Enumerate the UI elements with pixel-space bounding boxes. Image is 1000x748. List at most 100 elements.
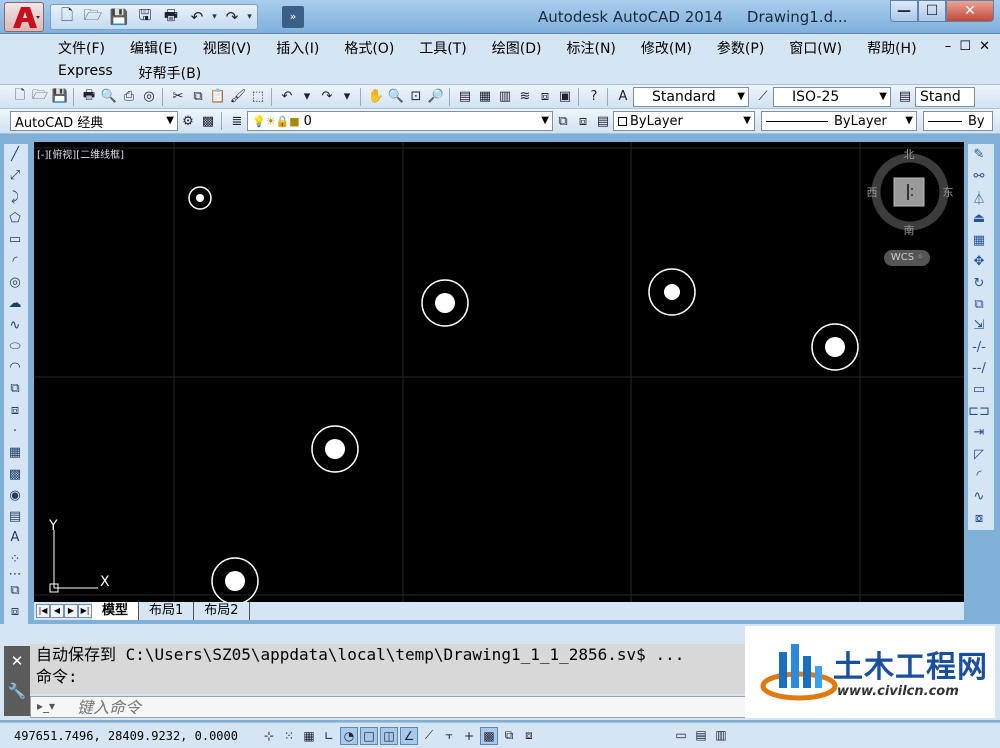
- compass-west[interactable]: 西: [867, 186, 878, 199]
- viewport-controls-label[interactable]: [-][俯视][二维线框]: [37, 146, 124, 161]
- ellipse-icon[interactable]: ⬭: [4, 336, 26, 357]
- document-window-controls[interactable]: – ☐ ✕: [945, 39, 992, 54]
- maximize-button[interactable]: ☐: [918, 0, 946, 22]
- 3d-object-snap-icon[interactable]: ◫: [380, 726, 398, 745]
- extend-icon[interactable]: --/: [968, 358, 990, 379]
- menu-modify[interactable]: 修改(M): [641, 38, 692, 58]
- quick-view-layouts-icon[interactable]: ▤: [692, 726, 710, 744]
- pan-icon[interactable]: ✋: [366, 87, 386, 107]
- calculator-icon[interactable]: ▣: [555, 87, 575, 107]
- mirror-icon[interactable]: ⏃: [968, 187, 990, 208]
- spline-icon[interactable]: ∿: [4, 314, 26, 335]
- snap-mode-icon[interactable]: ⁙: [280, 727, 298, 745]
- command-input[interactable]: [77, 697, 737, 717]
- help-icon[interactable]: ?: [584, 87, 604, 107]
- copy-icon[interactable]: ⧉: [188, 87, 208, 107]
- sheet-set-icon[interactable]: ≋: [515, 87, 535, 107]
- selection-cycling-icon[interactable]: ⧈: [520, 727, 538, 745]
- object-snap-tracking-icon[interactable]: ∠: [400, 726, 418, 745]
- menu-view[interactable]: 视图(V): [203, 38, 252, 58]
- stretch-icon[interactable]: ⇲: [968, 315, 990, 336]
- cut-icon[interactable]: ✂: [168, 87, 188, 107]
- tab-model[interactable]: 模型: [92, 602, 140, 620]
- inner-circle[interactable]: [325, 439, 345, 459]
- break-icon[interactable]: ⊏⊐: [968, 401, 990, 422]
- redo-dropdown-icon[interactable]: ▾: [337, 87, 357, 107]
- first-tab-button[interactable]: |◀: [36, 604, 50, 618]
- transparency-icon[interactable]: ▩: [480, 726, 498, 745]
- menu-tools[interactable]: 工具(T): [419, 38, 466, 58]
- dim-style-select[interactable]: ISO-25 ▼: [773, 86, 891, 107]
- inner-circle[interactable]: [196, 194, 204, 202]
- circle-entity[interactable]: [811, 323, 859, 371]
- circle-entity[interactable]: [311, 425, 359, 473]
- dynamic-ucs-icon[interactable]: ⟋: [420, 727, 438, 745]
- viewcube[interactable]: 北 南 西 东: [860, 146, 960, 256]
- open-icon[interactable]: 🗁: [80, 6, 106, 28]
- inner-circle[interactable]: [435, 293, 455, 313]
- paste-icon[interactable]: 📋: [208, 87, 228, 107]
- fillet-icon[interactable]: ◜: [968, 465, 990, 486]
- circle-entity[interactable]: [188, 186, 212, 210]
- menu-file[interactable]: 文件(F): [58, 38, 105, 58]
- wrench-icon[interactable]: 🔧: [4, 676, 30, 706]
- make-current-layer-icon[interactable]: ⧉: [553, 111, 573, 131]
- hatch-icon[interactable]: ▦: [4, 442, 26, 463]
- application-menu-button[interactable]: [4, 2, 44, 32]
- menu-parametric[interactable]: 参数(P): [717, 38, 764, 58]
- menu-help[interactable]: 帮助(H): [867, 38, 916, 58]
- print-icon[interactable]: 🖶: [158, 6, 184, 28]
- coordinates-readout[interactable]: 497651.7496, 28409.9232, 0.0000: [0, 729, 260, 743]
- erase-icon[interactable]: ✎: [968, 144, 990, 165]
- menu-window[interactable]: 窗口(W): [789, 38, 842, 58]
- inner-circle[interactable]: [825, 337, 845, 357]
- drawing-entities[interactable]: [34, 142, 964, 602]
- save-icon[interactable]: 💾: [50, 87, 70, 107]
- lineweight-icon[interactable]: +: [460, 727, 478, 745]
- color-select[interactable]: ByLayer ▼: [613, 111, 755, 131]
- qat-more-button[interactable]: »: [282, 6, 304, 28]
- polygon-icon[interactable]: ⬠: [4, 208, 26, 229]
- next-tab-button[interactable]: ▶: [64, 604, 78, 618]
- object-snap-icon[interactable]: □: [360, 726, 378, 745]
- menu-dimension[interactable]: 标注(N): [567, 38, 616, 58]
- arc-icon[interactable]: ◜: [4, 250, 26, 271]
- tool-palettes-icon[interactable]: ▥: [495, 87, 515, 107]
- inner-circle[interactable]: [225, 571, 245, 591]
- redo-dropdown-icon[interactable]: ▾: [245, 12, 254, 22]
- design-center-icon[interactable]: ▦: [475, 87, 495, 107]
- compass-south[interactable]: 南: [904, 224, 915, 237]
- text-style-select[interactable]: Standard ▼: [633, 86, 749, 107]
- undo-icon[interactable]: ↶: [184, 6, 210, 28]
- ellipse-arc-icon[interactable]: ◠: [4, 357, 26, 378]
- undo-icon[interactable]: ↶: [277, 87, 297, 107]
- explode-icon[interactable]: ⧇: [968, 508, 990, 529]
- lineweight-select[interactable]: By: [923, 111, 993, 131]
- zoom-window-icon[interactable]: ⊡: [406, 87, 426, 107]
- array-icon[interactable]: ▦: [968, 230, 990, 251]
- revision-cloud-icon[interactable]: ☁: [4, 293, 26, 314]
- tab-layout1[interactable]: 布局1: [139, 602, 195, 620]
- plot-preview-icon[interactable]: 🔍: [99, 87, 119, 107]
- construction-line-icon[interactable]: ⤢: [4, 165, 26, 186]
- close-button[interactable]: ✕: [946, 0, 994, 22]
- chamfer-icon[interactable]: ◸: [968, 443, 990, 464]
- quick-view-drawings-icon[interactable]: ▥: [712, 726, 730, 744]
- plot-icon[interactable]: 🖶: [79, 87, 99, 107]
- tab-layout2[interactable]: 布局2: [194, 602, 250, 620]
- trim-icon[interactable]: -/-: [968, 337, 990, 358]
- match-properties-icon[interactable]: 🖌: [228, 87, 248, 107]
- polar-tracking-icon[interactable]: ◔: [340, 726, 358, 745]
- last-tab-button[interactable]: ▶|: [78, 604, 92, 618]
- minimize-button[interactable]: —: [890, 0, 918, 22]
- infer-constraints-icon[interactable]: ⊹: [260, 727, 278, 745]
- close-icon[interactable]: ✕: [4, 646, 30, 676]
- insert-block-icon[interactable]: ⧉: [4, 378, 26, 399]
- wcs-menu-button[interactable]: WCS ◦: [884, 250, 930, 266]
- offset-icon[interactable]: ⏏: [968, 208, 990, 229]
- region-icon[interactable]: ◉: [4, 485, 26, 506]
- block-editor-icon[interactable]: ⬚: [248, 87, 268, 107]
- new-icon[interactable]: 🗋: [54, 6, 80, 28]
- inner-circle[interactable]: [664, 284, 680, 300]
- open-icon[interactable]: 🗁: [30, 87, 50, 107]
